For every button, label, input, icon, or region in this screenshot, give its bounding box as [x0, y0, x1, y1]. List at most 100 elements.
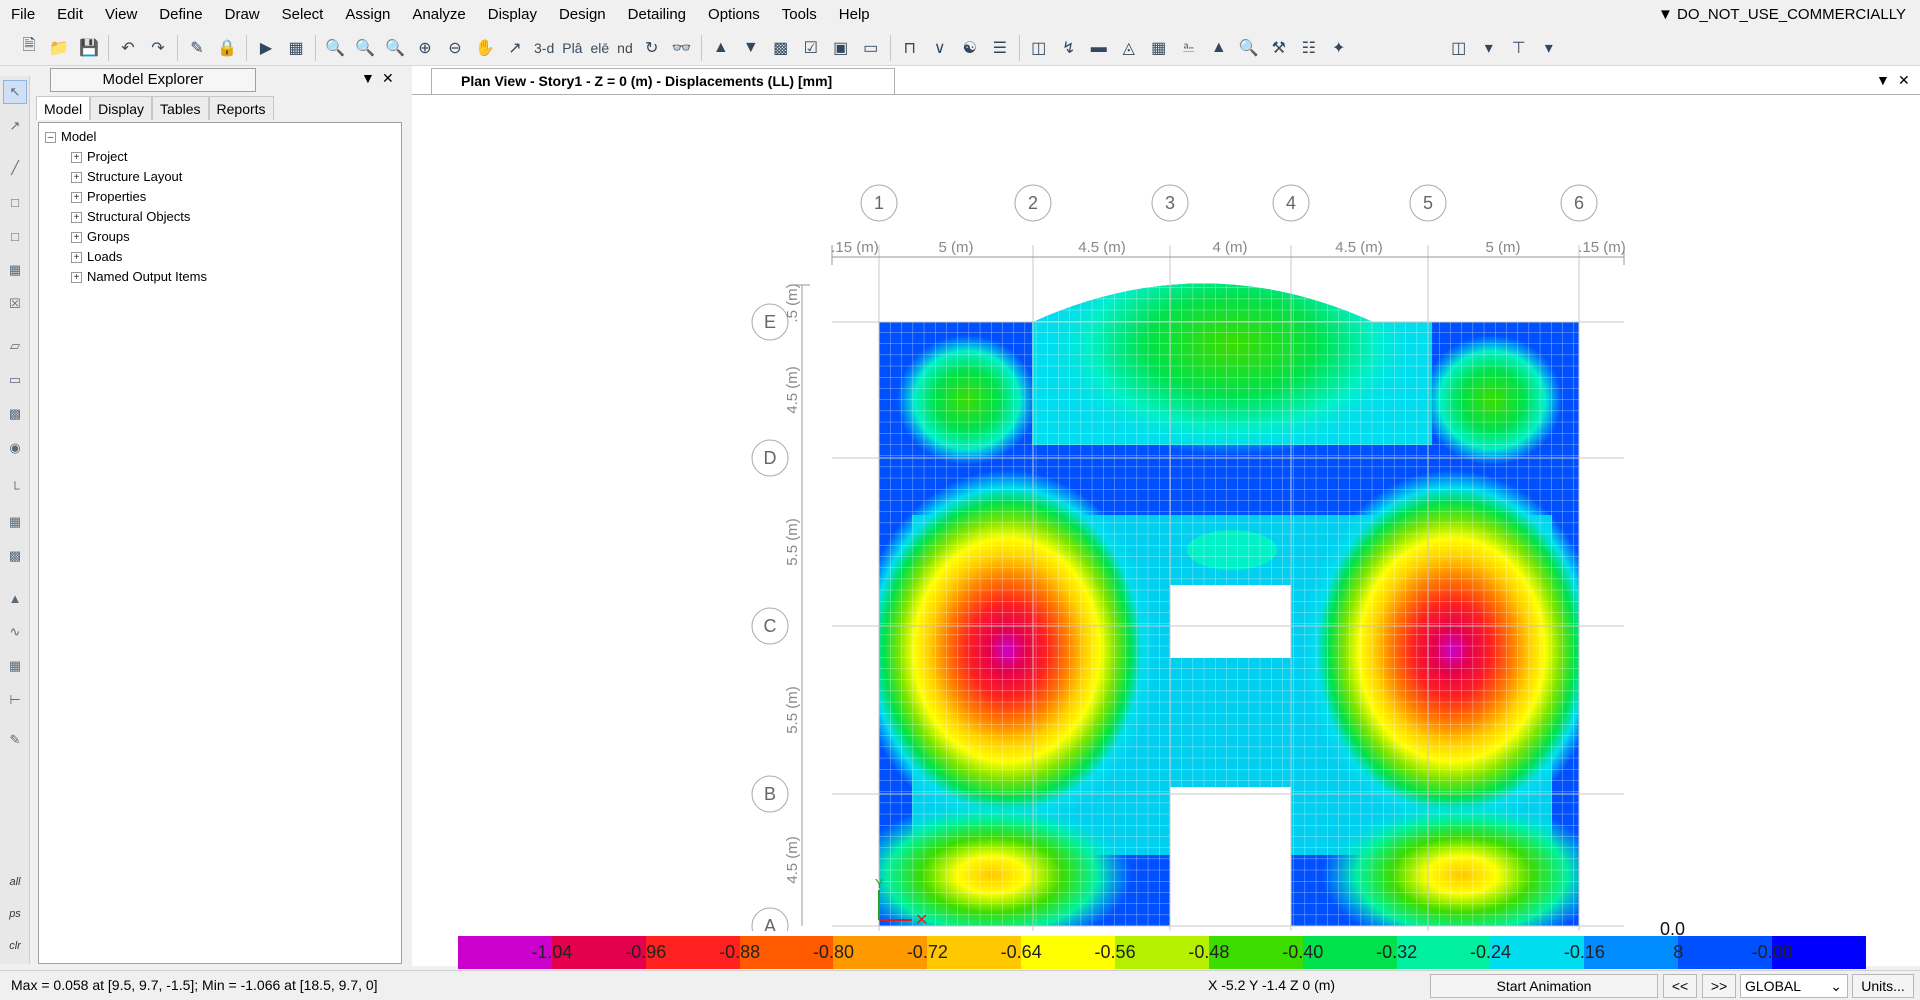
tree-item-properties[interactable]: + Properties	[45, 187, 395, 207]
menu-analyze[interactable]: Analyze	[401, 0, 476, 30]
collapse-icon[interactable]: –	[45, 131, 56, 143]
display-objects-icon[interactable]: ▩	[766, 33, 796, 63]
slab-icon[interactable]: ▬	[1084, 33, 1114, 63]
clear-selection-button[interactable]: clr	[3, 934, 27, 958]
draw-stair-icon[interactable]: ▲	[3, 586, 27, 610]
zoom-window-icon[interactable]: 🔍	[320, 33, 350, 63]
tables-icon[interactable]: ▦	[281, 33, 311, 63]
select-cross-icon[interactable]: ☒	[3, 292, 27, 316]
grid-label-y[interactable]: C	[764, 616, 777, 636]
window-dropdown-icon[interactable]: ▼	[1876, 72, 1890, 88]
magic-icon[interactable]: ✦	[1324, 33, 1354, 63]
grid-label-x[interactable]: 3	[1165, 193, 1175, 213]
grid-label-x[interactable]: 1	[874, 193, 884, 213]
menu-file[interactable]: File	[0, 0, 46, 30]
design-icon[interactable]: ⚒	[1264, 33, 1294, 63]
view-elevation-button[interactable]: elē	[586, 40, 613, 56]
menu-display[interactable]: Display	[477, 0, 548, 30]
menu-select[interactable]: Select	[271, 0, 335, 30]
zoom-previous-icon[interactable]: 🔍	[380, 33, 410, 63]
pencil-icon[interactable]: ✎	[182, 33, 212, 63]
section-filter-icon[interactable]: ⊤	[1504, 33, 1534, 63]
expand-icon[interactable]: +	[71, 171, 82, 183]
undo-icon[interactable]: ↶	[113, 33, 143, 63]
draw-line-icon[interactable]: ╱	[3, 156, 27, 180]
plan-canvas[interactable]: 1 2 3 4 5 6 E D C B A .15 (m) 5 (m) 4.5 …	[412, 95, 1920, 931]
reshape-icon[interactable]: ↗	[3, 114, 27, 138]
menu-view[interactable]: View	[94, 0, 148, 30]
menu-define[interactable]: Define	[148, 0, 213, 30]
rotate-icon[interactable]: ↻	[637, 33, 667, 63]
tree-item-structural-objects[interactable]: + Structural Objects	[45, 207, 395, 227]
deformed-shape-icon[interactable]: ⎁	[1174, 33, 1204, 63]
expand-icon[interactable]: +	[71, 151, 82, 163]
expand-icon[interactable]: +	[71, 211, 82, 223]
draw-tendon-icon[interactable]: ▩	[3, 544, 27, 568]
checkbox-icon[interactable]: ☑	[796, 33, 826, 63]
grid-label-x[interactable]: 6	[1574, 193, 1584, 213]
tree-item-groups[interactable]: + Groups	[45, 227, 395, 247]
draw-area-icon[interactable]: ▱	[3, 334, 27, 358]
menu-assign[interactable]: Assign	[334, 0, 401, 30]
open-file-icon[interactable]: 📁	[44, 33, 74, 63]
expand-icon[interactable]: +	[71, 191, 82, 203]
grid-label-y[interactable]: B	[764, 784, 776, 804]
pointer-icon[interactable]: ↗	[500, 33, 530, 63]
coordinate-system-select[interactable]: GLOBAL ⌄	[1740, 974, 1848, 998]
draw-beam-icon[interactable]: ☯	[955, 33, 985, 63]
view-3d-button[interactable]: 3-d	[530, 40, 558, 56]
menu-help[interactable]: Help	[828, 0, 881, 30]
grid-label-x[interactable]: 2	[1028, 193, 1038, 213]
grid-label-x[interactable]: 4	[1286, 193, 1296, 213]
panel-dropdown-icon[interactable]: ▼	[361, 70, 375, 86]
story-level-icon[interactable]: ◫	[1444, 33, 1474, 63]
tree-item-loads[interactable]: + Loads	[45, 247, 395, 267]
tree-item-structure-layout[interactable]: + Structure Layout	[45, 167, 395, 187]
view-nd-button[interactable]: nd	[613, 40, 637, 56]
move-up-icon[interactable]: ▲	[706, 33, 736, 63]
tab-model[interactable]: Model	[36, 96, 91, 120]
units-button[interactable]: Units...	[1852, 974, 1914, 998]
menu-edit[interactable]: Edit	[46, 0, 94, 30]
tab-reports[interactable]: Reports	[208, 96, 274, 120]
draw-wall-icon[interactable]: └	[3, 476, 27, 500]
draw-rectangle-icon[interactable]: ▭	[3, 368, 27, 392]
start-animation-button[interactable]: Start Animation	[1430, 974, 1658, 998]
menu-draw[interactable]: Draw	[214, 0, 271, 30]
grid-label-x[interactable]: 5	[1423, 193, 1433, 213]
panel-close-icon[interactable]: ✕	[382, 70, 394, 87]
expand-icon[interactable]: +	[71, 231, 82, 243]
redo-icon[interactable]: ↷	[143, 33, 173, 63]
draw-columns-icon[interactable]: ☰	[985, 33, 1015, 63]
mesh-icon[interactable]: ▦	[1144, 33, 1174, 63]
select-intersect-icon[interactable]: □	[3, 224, 27, 248]
window-close-icon[interactable]: ✕	[1898, 72, 1910, 89]
menu-tools[interactable]: Tools	[771, 0, 828, 30]
menu-design[interactable]: Design	[548, 0, 617, 30]
expand-icon[interactable]: +	[71, 251, 82, 263]
select-all-button[interactable]: all	[3, 870, 27, 894]
zoom-restore-icon[interactable]: 🔍	[350, 33, 380, 63]
select-window-icon[interactable]: □	[3, 190, 27, 214]
tab-display[interactable]: Display	[90, 96, 153, 120]
new-file-icon[interactable]: 🗎	[14, 33, 44, 63]
view-plan-button[interactable]: Plâ	[558, 40, 586, 56]
expand-icon[interactable]: +	[71, 271, 82, 283]
pan-icon[interactable]: ✋	[470, 33, 500, 63]
assign-load-icon[interactable]: ↯	[1054, 33, 1084, 63]
draw-curve-icon[interactable]: ∿	[3, 620, 27, 644]
glasses-icon[interactable]: 👓	[667, 33, 697, 63]
license-label[interactable]: ▼ DO_NOT_USE_COMMERCIALLY	[1658, 0, 1906, 30]
grid-label-y[interactable]: E	[764, 312, 776, 332]
extrude-icon[interactable]: ▭	[856, 33, 886, 63]
move-down-icon[interactable]: ▼	[736, 33, 766, 63]
save-icon[interactable]: 💾	[74, 33, 104, 63]
draw-mesh-icon[interactable]: ▦	[3, 654, 27, 678]
previous-selection-button[interactable]: ps	[3, 902, 27, 926]
zoom-out-icon[interactable]: ⊖	[440, 33, 470, 63]
section-filter-dropdown-icon[interactable]: ▾	[1534, 33, 1564, 63]
plan-view-tab[interactable]: Plan View - Story1 - Z = 0 (m) - Displac…	[431, 68, 895, 94]
shrink-icon[interactable]: ▣	[826, 33, 856, 63]
menu-options[interactable]: Options	[697, 0, 771, 30]
grid-label-y[interactable]: D	[764, 448, 777, 468]
